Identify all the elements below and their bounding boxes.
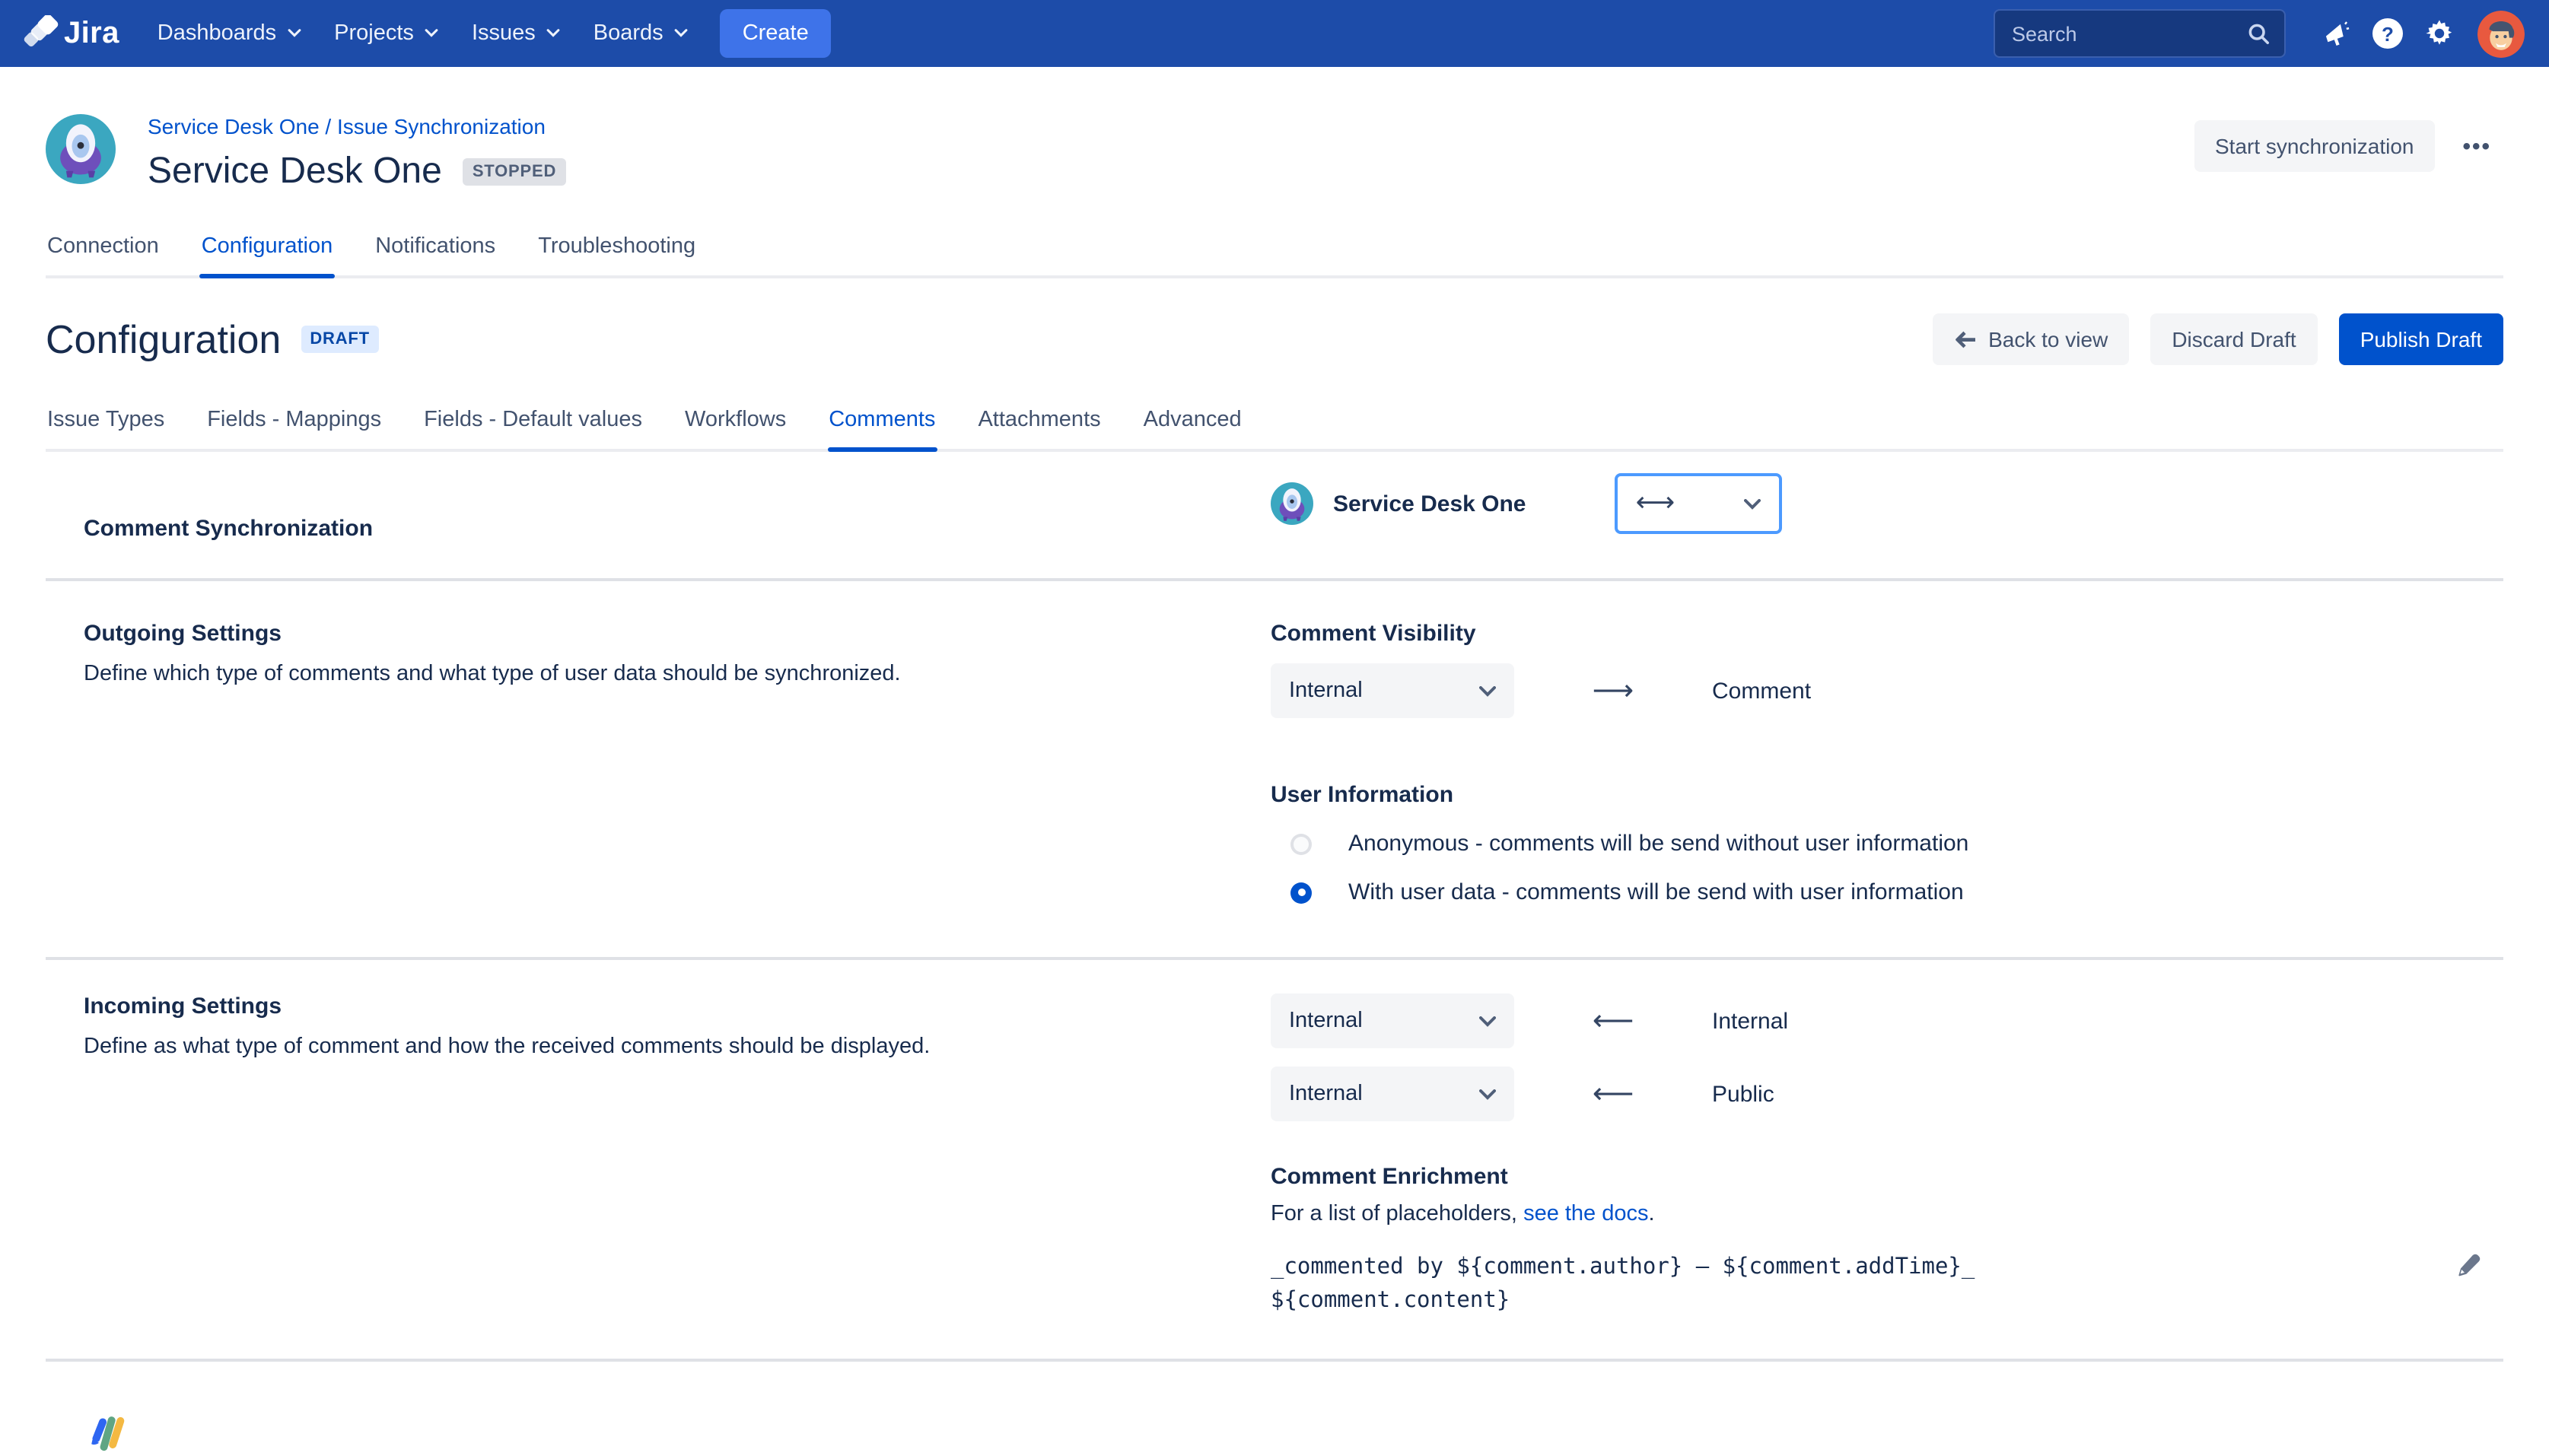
chevron-down-icon (674, 29, 688, 38)
subtab-attachments[interactable]: Attachments (976, 397, 1102, 449)
page-header: Service Desk One / Issue Synchronization… (46, 111, 2503, 193)
draft-badge: DRAFT (301, 326, 379, 353)
nav-item-projects[interactable]: Projects (317, 0, 455, 67)
config-sub-tabs: Issue Types Fields - Mappings Fields - D… (46, 397, 2503, 452)
chevron-down-icon (1479, 1089, 1496, 1099)
connector-avatar (1271, 482, 1313, 525)
create-button[interactable]: Create (720, 9, 832, 58)
config-title: Configuration (46, 316, 281, 363)
status-badge: STOPPED (463, 158, 565, 186)
chevron-down-icon (1479, 1016, 1496, 1026)
chevron-down-icon (1479, 685, 1496, 696)
user-information-heading: User Information (1271, 782, 2503, 808)
help-icon[interactable]: ? (2362, 8, 2414, 59)
comment-visibility-select[interactable]: Internal (1271, 663, 1514, 718)
publish-draft-button[interactable]: Publish Draft (2339, 313, 2503, 365)
sync-direction-select[interactable]: ⟷ (1615, 473, 1782, 534)
back-to-view-button[interactable]: Back to view (1932, 313, 2129, 365)
subtab-advanced[interactable]: Advanced (1142, 397, 1243, 449)
nav-item-issues[interactable]: Issues (455, 0, 577, 67)
nav-item-boards[interactable]: Boards (577, 0, 705, 67)
search-box[interactable] (1994, 9, 2286, 58)
incoming-description: Define as what type of comment and how t… (84, 1032, 1271, 1063)
user-avatar[interactable] (2477, 10, 2525, 57)
page-content: Service Desk One / Issue Synchronization… (0, 111, 2549, 1456)
project-avatar (46, 114, 116, 184)
incoming-heading: Incoming Settings (84, 993, 1271, 1019)
tab-troubleshooting[interactable]: Troubleshooting (536, 224, 697, 275)
subtab-fields-mappings[interactable]: Fields - Mappings (205, 397, 383, 449)
subtab-comments[interactable]: Comments (827, 397, 937, 449)
outgoing-settings-section: Outgoing Settings Define which type of c… (46, 581, 2503, 957)
jira-logo[interactable]: Jira (21, 14, 119, 52)
pencil-icon (2456, 1252, 2482, 1278)
radio-checked[interactable] (1290, 882, 1312, 903)
tab-connection[interactable]: Connection (46, 224, 161, 275)
subtab-workflows[interactable]: Workflows (683, 397, 788, 449)
chevron-down-icon (425, 29, 438, 38)
source-internal-label: Internal (1712, 1008, 1788, 1034)
more-options-button[interactable]: ••• (2450, 120, 2503, 173)
page-title: Service Desk One (148, 151, 442, 193)
nav-item-dashboards[interactable]: Dashboards (141, 0, 317, 67)
source-public-label: Public (1712, 1081, 1774, 1107)
comment-sync-section: Comment Synchronization Servi (46, 452, 2503, 578)
search-input[interactable] (2009, 21, 2248, 46)
edit-template-button[interactable] (2450, 1246, 2488, 1289)
arrow-right-glyph: ⟶ (1514, 674, 1712, 707)
arrow-left-glyph: ⟵ (1514, 1004, 1712, 1038)
subtab-issue-types[interactable]: Issue Types (46, 397, 166, 449)
placeholders-hint: For a list of placeholders, see the docs… (1271, 1202, 2503, 1226)
start-synchronization-button[interactable]: Start synchronization (2194, 120, 2435, 172)
tab-notifications[interactable]: Notifications (374, 224, 497, 275)
chevron-down-icon (287, 29, 301, 38)
incoming-settings-section: Incoming Settings Define as what type of… (46, 960, 2503, 1359)
announcements-icon[interactable] (2310, 8, 2362, 59)
app-vendor-logo (87, 1413, 129, 1454)
arrow-left-glyph: ⟵ (1514, 1077, 1712, 1111)
arrow-left-icon (1953, 329, 1976, 349)
page-footer (46, 1413, 2503, 1456)
outgoing-description: Define which type of comments and what t… (84, 659, 1271, 690)
breadcrumb[interactable]: Service Desk One / Issue Synchronization (148, 114, 565, 138)
target-comment-label: Comment (1712, 678, 1811, 704)
subtab-fields-default-values[interactable]: Fields - Default values (422, 397, 644, 449)
chevron-down-icon (1744, 498, 1761, 509)
comment-enrichment-heading: Comment Enrichment (1271, 1164, 2503, 1190)
app-window: Jira Dashboards Projects Issues Boards C… (0, 0, 2549, 1456)
discard-draft-button[interactable]: Discard Draft (2150, 313, 2317, 365)
radio-option-with-user-data[interactable]: With user data - comments will be send w… (1271, 879, 2503, 905)
main-tabs: Connection Configuration Notifications T… (46, 224, 2503, 278)
tab-configuration[interactable]: Configuration (200, 224, 335, 275)
settings-gear-icon[interactable] (2414, 8, 2465, 59)
brand-text: Jira (64, 16, 119, 51)
jira-mark-icon (21, 14, 59, 52)
radio-option-anonymous[interactable]: Anonymous - comments will be send withou… (1271, 831, 2503, 857)
chevron-down-icon (546, 29, 560, 38)
search-icon (2248, 22, 2271, 45)
see-the-docs-link[interactable]: see the docs (1523, 1202, 1648, 1226)
incoming-public-select[interactable]: Internal (1271, 1067, 1514, 1121)
top-navbar: Jira Dashboards Projects Issues Boards C… (0, 0, 2549, 67)
section-divider (46, 1359, 2503, 1362)
enrichment-template: _commented by ${comment.author} – ${comm… (1271, 1251, 2503, 1319)
outgoing-heading: Outgoing Settings (84, 621, 1271, 647)
radio-unchecked[interactable] (1290, 833, 1312, 854)
connector-name: Service Desk One (1333, 491, 1526, 517)
config-header: Configuration DRAFT Back to view Discard… (46, 313, 2503, 365)
comment-sync-heading: Comment Synchronization (84, 516, 1271, 542)
incoming-internal-select[interactable]: Internal (1271, 993, 1514, 1048)
comment-visibility-heading: Comment Visibility (1271, 621, 2503, 647)
comment-enrichment-block: Comment Enrichment For a list of placeho… (1271, 1164, 2503, 1319)
